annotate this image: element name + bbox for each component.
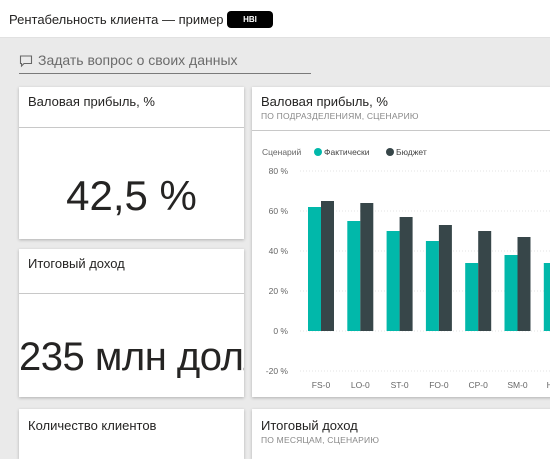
bar-2-FO-0 — [438, 225, 452, 331]
y-tick-label: 40 % — [269, 246, 289, 256]
tile-title: Итоговый доход — [261, 418, 358, 433]
legend-marker-1 — [314, 148, 322, 156]
y-tick-label: 60 % — [269, 206, 289, 216]
legend-marker-2 — [386, 148, 394, 156]
y-tick-label: 20 % — [269, 286, 289, 296]
x-tick-label: LO-0 — [351, 380, 370, 390]
y-tick-label: 80 % — [269, 166, 289, 176]
bar-1-FO-0 — [425, 241, 439, 331]
bar-2-FS-0 — [321, 201, 334, 331]
bar-2-SM-0 — [517, 237, 531, 331]
dashboard-title: Рентабельность клиента — пример — [9, 12, 224, 27]
x-tick-label: HO-0 — [547, 380, 550, 390]
y-tick-label: 0 % — [273, 326, 288, 336]
x-tick-label: SM-0 — [507, 380, 528, 390]
tile-title: Валовая прибыль, % — [28, 94, 155, 109]
kpi-value: 235 млн долл. — [19, 335, 244, 379]
bar-1-CP-0 — [465, 263, 479, 331]
legend-title: Сценарий — [262, 147, 302, 157]
bar-chart: Сценарий Фактически Бюджет -20 % 0 % 20 % 40 %… — [262, 147, 550, 390]
title-bar: Рентабельность клиента — пример HBI — [0, 0, 550, 38]
bar-1-FS-0 — [308, 207, 321, 331]
bar-2-CP-0 — [478, 231, 492, 331]
bar-1-ST-0 — [386, 231, 400, 331]
bar-1-HO-0 — [543, 263, 550, 331]
bar-1-LO-0 — [347, 221, 361, 331]
x-tick-label: ST-0 — [391, 380, 409, 390]
chat-bubble-icon — [19, 55, 33, 68]
legend-entry-2: Бюджет — [396, 147, 427, 157]
tile-gross-margin-chart[interactable]: Валовая прибыль, % ПО ПОДРАЗДЕЛЕНИЯМ, СЦ… — [252, 87, 550, 397]
tile-gross-margin-kpi[interactable]: Валовая прибыль, % 42,5 % — [19, 87, 244, 239]
tile-title: Итоговый доход — [28, 256, 125, 271]
legend-entry-1: Фактически — [324, 147, 370, 157]
qa-box[interactable]: Задать вопрос о своих данных — [19, 51, 311, 74]
qa-input-placeholder: Задать вопрос о своих данных — [38, 52, 238, 68]
y-tick-label: -20 % — [266, 366, 289, 376]
tile-divider — [19, 127, 244, 128]
x-tick-label: FS-0 — [312, 380, 331, 390]
bar-1-SM-0 — [504, 255, 518, 331]
tile-customer-count[interactable]: Количество клиентов — [19, 409, 244, 459]
x-tick-label: CP-0 — [469, 380, 489, 390]
bar-2-LO-0 — [360, 203, 374, 331]
sensitivity-badge[interactable]: HBI — [227, 11, 273, 28]
tile-subtitle: ПО МЕСЯЦАМ, СЦЕНАРИЮ — [261, 435, 380, 445]
kpi-value: 42,5 % — [66, 172, 197, 219]
x-tick-label: FO-0 — [429, 380, 449, 390]
tile-total-revenue-kpi[interactable]: Итоговый доход 235 млн долл. — [19, 249, 244, 397]
tile-divider — [19, 293, 244, 294]
tile-revenue-chart[interactable]: Итоговый доход ПО МЕСЯЦАМ, СЦЕНАРИЮ — [252, 409, 550, 459]
bar-2-ST-0 — [399, 217, 413, 331]
tile-title: Количество клиентов — [28, 418, 157, 433]
